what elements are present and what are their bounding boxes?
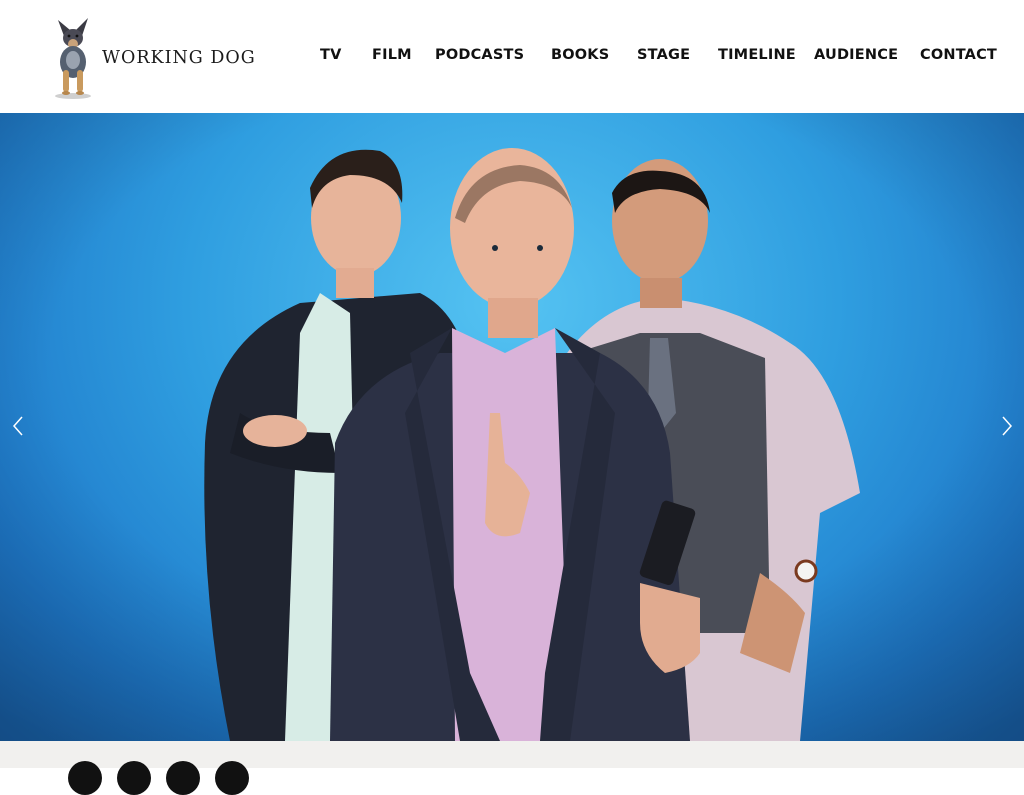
site-header: WORKING DOG TV FILM PODCASTS BOOKS STAGE… — [0, 0, 1024, 113]
hero-slideshow — [0, 113, 1024, 741]
footer-bar — [0, 741, 1024, 795]
nav-item-film[interactable]: FILM — [372, 47, 412, 63]
chevron-right-icon[interactable] — [997, 413, 1017, 439]
social-icon-3[interactable] — [166, 761, 200, 795]
nav-item-podcasts[interactable]: PODCASTS — [435, 47, 524, 63]
social-icon-1[interactable] — [68, 761, 102, 795]
nav-item-timeline[interactable]: TIMELINE — [718, 47, 796, 63]
social-icon-4[interactable] — [215, 761, 249, 795]
hero-photo — [0, 113, 1024, 741]
nav-item-contact[interactable]: CONTACT — [920, 47, 997, 63]
nav-item-audience[interactable]: AUDIENCE — [814, 47, 898, 63]
nav-item-tv[interactable]: TV — [320, 47, 342, 63]
social-icon-2[interactable] — [117, 761, 151, 795]
main-nav: TV FILM PODCASTS BOOKS STAGE TIMELINE AU… — [0, 47, 1024, 69]
nav-item-stage[interactable]: STAGE — [637, 47, 690, 63]
nav-item-books[interactable]: BOOKS — [551, 47, 609, 63]
chevron-left-icon[interactable] — [8, 413, 28, 439]
